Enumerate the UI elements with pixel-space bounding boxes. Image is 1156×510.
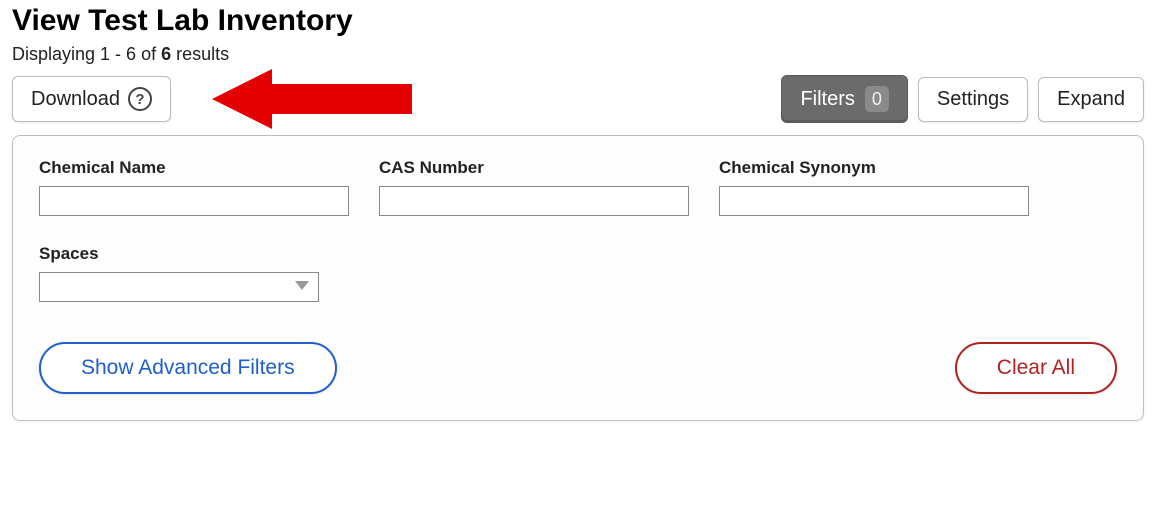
filter-panel: Chemical Name CAS Number Chemical Synony… <box>12 135 1144 421</box>
displaying-range: 1 - 6 <box>100 44 136 64</box>
filters-count-badge: 0 <box>865 86 889 112</box>
displaying-total: 6 <box>161 44 171 64</box>
label-cas-number: CAS Number <box>379 158 689 178</box>
filter-panel-footer: Show Advanced Filters Clear All <box>39 342 1117 394</box>
input-cas-number[interactable] <box>379 186 689 216</box>
field-spaces: Spaces <box>39 244 319 302</box>
select-spaces[interactable] <box>39 272 319 302</box>
field-chemical-synonym: Chemical Synonym <box>719 158 1029 216</box>
download-label: Download <box>31 88 120 111</box>
displaying-prefix: Displaying <box>12 44 100 64</box>
filter-row-2: Spaces <box>39 244 1117 302</box>
toolbar: Download ? Filters 0 Settings Expand <box>12 75 1144 123</box>
filters-label: Filters <box>800 88 854 111</box>
displaying-of: of <box>136 44 161 64</box>
label-spaces: Spaces <box>39 244 319 264</box>
download-button[interactable]: Download ? <box>12 76 171 122</box>
field-cas-number: CAS Number <box>379 158 689 216</box>
select-spaces-input[interactable] <box>39 272 319 302</box>
displaying-suffix: results <box>171 44 229 64</box>
clear-all-button[interactable]: Clear All <box>955 342 1117 394</box>
results-count: Displaying 1 - 6 of 6 results <box>12 44 1144 65</box>
page-title: View Test Lab Inventory <box>12 4 1144 38</box>
annotation-arrow-icon <box>212 69 412 129</box>
toolbar-left: Download ? <box>12 76 171 122</box>
field-chemical-name: Chemical Name <box>39 158 349 216</box>
settings-button[interactable]: Settings <box>918 77 1028 122</box>
label-chemical-synonym: Chemical Synonym <box>719 158 1029 178</box>
input-chemical-name[interactable] <box>39 186 349 216</box>
input-chemical-synonym[interactable] <box>719 186 1029 216</box>
show-advanced-filters-button[interactable]: Show Advanced Filters <box>39 342 337 394</box>
filter-row-1: Chemical Name CAS Number Chemical Synony… <box>39 158 1117 216</box>
label-chemical-name: Chemical Name <box>39 158 349 178</box>
help-icon: ? <box>128 87 152 111</box>
filters-button[interactable]: Filters 0 <box>781 75 907 123</box>
expand-button[interactable]: Expand <box>1038 77 1144 122</box>
toolbar-right: Filters 0 Settings Expand <box>781 75 1144 123</box>
